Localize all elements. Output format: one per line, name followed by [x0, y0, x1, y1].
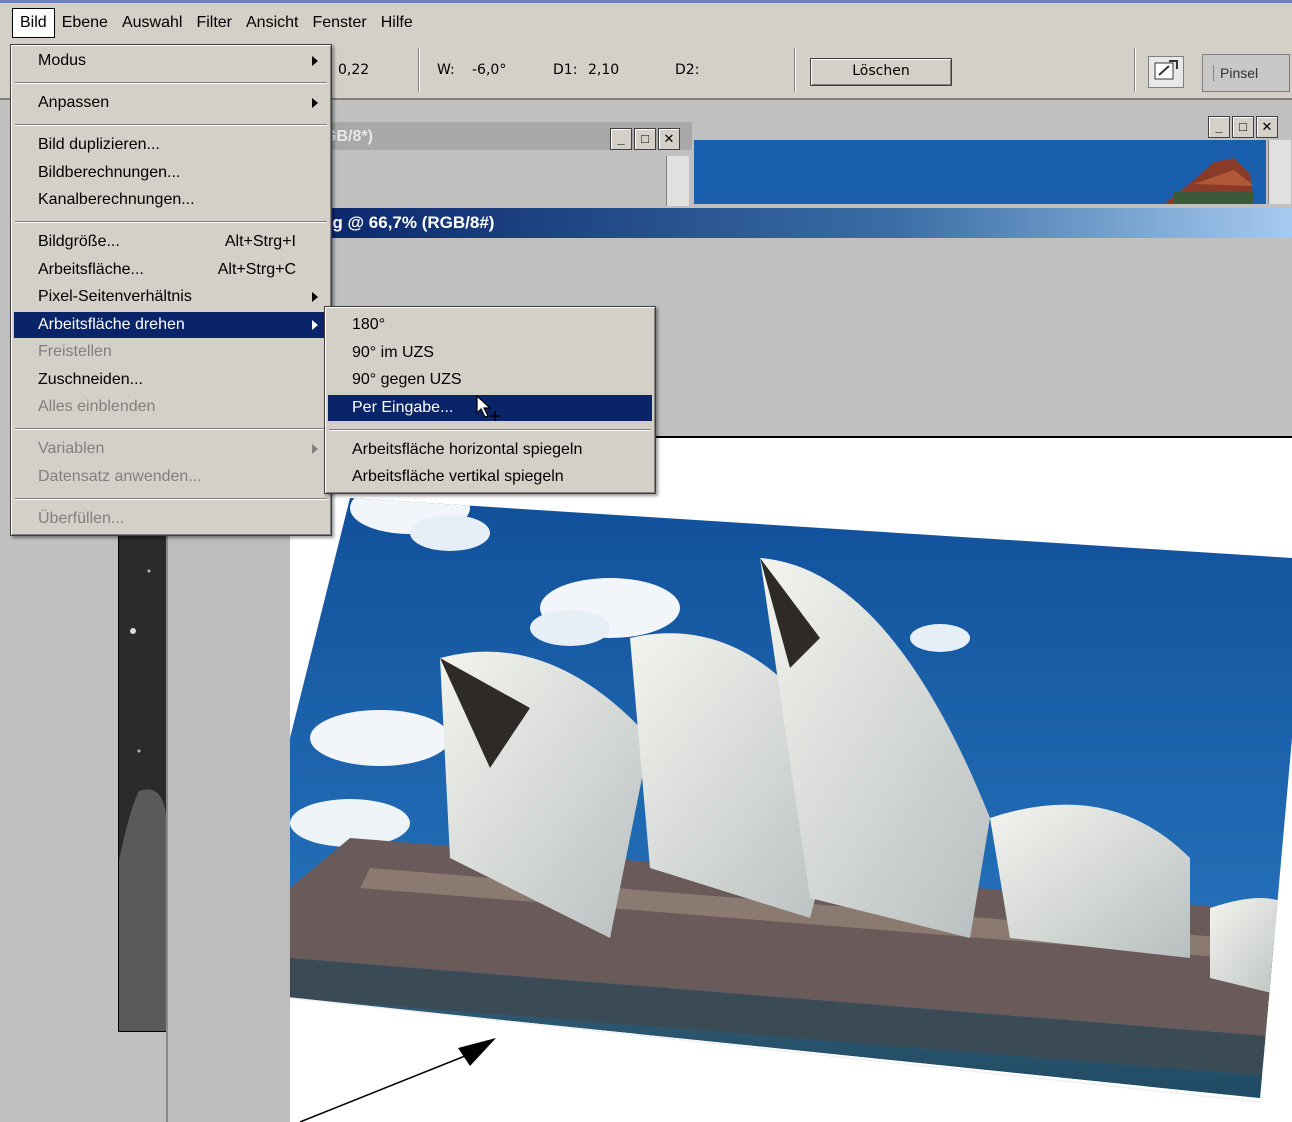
- menu-item-label: Anpassen: [38, 94, 110, 111]
- menu-item-label: Freistellen: [38, 343, 112, 360]
- menu-item-label: Arbeitsfläche vertikal spiegeln: [352, 468, 564, 485]
- bild-menu: Modus Anpassen Bild duplizieren... Bildbere…: [10, 44, 332, 536]
- options-separator: [418, 48, 420, 92]
- brushes-tab-label: Pinsel: [1213, 65, 1258, 81]
- menu-item-anpassen[interactable]: Anpassen: [14, 90, 328, 116]
- menu-ebene[interactable]: Ebene: [55, 9, 115, 37]
- menu-separator: [15, 498, 327, 500]
- menu-item-180[interactable]: 180°: [328, 312, 652, 338]
- window-controls-1: _ □ ✕: [610, 128, 680, 150]
- submenu-arrow-icon: [312, 98, 318, 108]
- menu-bar: Bild Ebene Auswahl Filter Ansicht Fenste…: [0, 0, 1292, 42]
- menu-item-shortcut: Alt+Strg+C: [217, 261, 296, 278]
- background-image-strip: [118, 530, 168, 1032]
- close-icon[interactable]: ✕: [658, 128, 680, 150]
- menu-item-datensatz-anwenden: Datensatz anwenden...: [14, 464, 328, 490]
- menu-item-label: Pixel-Seitenverhältnis: [38, 288, 192, 305]
- menu-item-arbeitsfläche-drehen[interactable]: Arbeitsfläche drehen: [14, 312, 328, 338]
- menu-item-90-gegen-uzs[interactable]: 90° gegen UZS: [328, 367, 652, 393]
- options-separator: [794, 48, 796, 92]
- menu-item-label: 90° gegen UZS: [352, 371, 462, 388]
- maximize-icon[interactable]: □: [634, 128, 656, 150]
- w-value[interactable]: -6,0°: [472, 62, 506, 78]
- d1-label: D1:: [553, 62, 578, 78]
- menu-item-modus[interactable]: Modus: [14, 48, 328, 74]
- menu-item-label: Überfüllen...: [38, 510, 125, 527]
- menu-separator: [329, 429, 651, 431]
- document-title-bar[interactable]: og @ 66,7% (RGB/8#): [300, 208, 1292, 238]
- menu-separator: [15, 124, 327, 126]
- menu-item-shortcut: Alt+Strg+I: [224, 233, 296, 250]
- menu-filter[interactable]: Filter: [189, 9, 239, 37]
- window-controls-2: _ □ ✕: [1208, 116, 1278, 138]
- menu-item-arbeitsfläche-horizontal-spiegeln[interactable]: Arbeitsfläche horizontal spiegeln: [328, 437, 652, 463]
- close-icon[interactable]: ✕: [1256, 116, 1278, 138]
- w-label: W:: [437, 62, 455, 78]
- maximize-icon[interactable]: □: [1232, 116, 1254, 138]
- background-window-2: [694, 118, 1292, 206]
- menu-auswahl[interactable]: Auswahl: [115, 9, 189, 37]
- menu-bild[interactable]: Bild: [12, 7, 55, 38]
- menu-item-pixel-seitenverhältnis[interactable]: Pixel-Seitenverhältnis: [14, 284, 328, 310]
- minimize-icon[interactable]: _: [610, 128, 632, 150]
- background-window-panel: [166, 530, 292, 1122]
- menu-item-kanalberechnungen[interactable]: Kanalberechnungen...: [14, 187, 328, 213]
- brushes-palette-tab[interactable]: Pinsel: [1202, 54, 1290, 92]
- menu-fenster[interactable]: Fenster: [305, 9, 373, 37]
- menu-separator: [15, 221, 327, 223]
- menu-item-label: Variablen: [38, 440, 105, 457]
- menu-item-variablen: Variablen: [14, 436, 328, 462]
- menu-item-label: Bildberechnungen...: [38, 164, 181, 181]
- menu-ansicht[interactable]: Ansicht: [239, 9, 305, 37]
- minimize-icon[interactable]: _: [1208, 116, 1230, 138]
- submenu-arrow-icon: [312, 320, 318, 330]
- menu-item-90-im-uzs[interactable]: 90° im UZS: [328, 340, 652, 366]
- menu-item-label: Per Eingabe...: [352, 399, 454, 416]
- window-image-preview: [694, 140, 1266, 204]
- d2-label: D2:: [675, 62, 700, 78]
- submenu-arrow-icon: [312, 292, 318, 302]
- menu-item-zuschneiden[interactable]: Zuschneiden...: [14, 367, 328, 393]
- submenu-arrow-icon: [312, 56, 318, 66]
- menu-item-label: Bildgröße...: [38, 233, 120, 250]
- menu-item-label: Datensatz anwenden...: [38, 468, 202, 485]
- menu-item-label: Arbeitsfläche drehen: [38, 316, 185, 333]
- window-scrollbar[interactable]: [666, 156, 689, 206]
- d1-value[interactable]: 2,10: [588, 62, 619, 78]
- menu-item-label: Modus: [38, 52, 87, 69]
- menu-separator: [15, 82, 327, 84]
- menu-item-bildgröße[interactable]: Bildgröße... Alt+Strg+I: [14, 229, 328, 255]
- menu-item-bild-duplizieren[interactable]: Bild duplizieren...: [14, 132, 328, 158]
- menu-item-alles-einblenden: Alles einblenden: [14, 394, 328, 420]
- menu-item-label: Arbeitsfläche horizontal spiegeln: [352, 441, 583, 458]
- menu-item-bildberechnungen[interactable]: Bildberechnungen...: [14, 160, 328, 186]
- menu-item-label: Arbeitsfläche...: [38, 261, 144, 278]
- menu-hilfe[interactable]: Hilfe: [374, 9, 420, 37]
- menu-item-arbeitsfläche-vertikal-spiegeln[interactable]: Arbeitsfläche vertikal spiegeln: [328, 464, 652, 490]
- menu-item-label: Zuschneiden...: [38, 371, 143, 388]
- palette-well-icon[interactable]: [1148, 56, 1184, 88]
- submenu-arrow-icon: [312, 444, 318, 454]
- menu-item-arbeitsfläche[interactable]: Arbeitsfläche... Alt+Strg+C: [14, 257, 328, 283]
- rotated-photo: [290, 438, 1292, 1122]
- clear-button[interactable]: Löschen: [810, 58, 952, 86]
- window-scrollbar[interactable]: [1268, 140, 1291, 204]
- menu-item-label: 180°: [352, 316, 386, 333]
- menu-item-überfüllen: Überfüllen...: [14, 506, 328, 532]
- value-field-1[interactable]: 0,22: [338, 62, 369, 78]
- menu-separator: [15, 428, 327, 430]
- mouse-cursor-icon: [476, 394, 504, 428]
- menu-item-label: Bild duplizieren...: [38, 136, 160, 153]
- options-separator: [1134, 48, 1136, 92]
- menu-item-label: 90° im UZS: [352, 344, 434, 361]
- menu-item-freistellen: Freistellen: [14, 339, 328, 365]
- menu-item-label: Alles einblenden: [38, 398, 156, 415]
- menu-item-label: Kanalberechnungen...: [38, 191, 195, 208]
